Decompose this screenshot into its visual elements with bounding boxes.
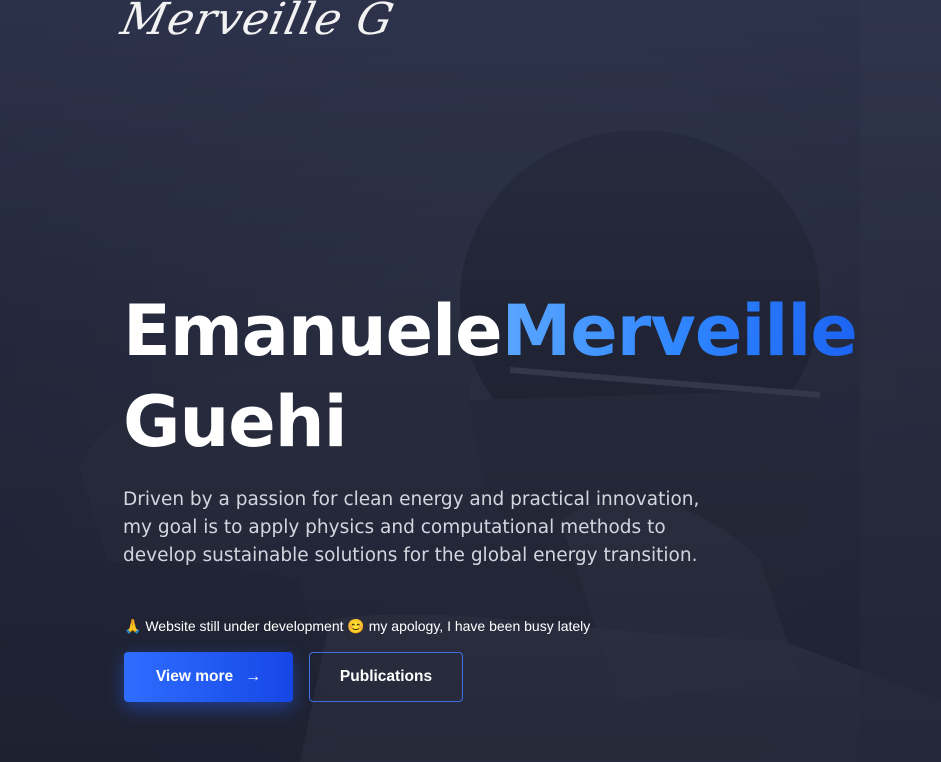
arrow-right-icon: → [245,668,262,685]
hero-title: EmanueleMerveille Guehi [123,286,858,468]
site-logo[interactable]: Merveille G [117,0,399,45]
view-more-button[interactable]: View more → [124,652,293,702]
notice-text-2: my apology, I have been busy lately [368,618,591,634]
pray-emoji-icon: 🙏 [124,618,142,634]
hero-intro: Driven by a passion for clean energy and… [123,489,700,566]
publications-label: Publications [339,668,433,685]
development-notice: 🙏 Website still under development 😊 my a… [124,618,590,635]
hero-first-name: Emanuele [123,290,503,372]
smile-emoji-icon: 😊 [347,618,365,634]
hero-middle-name: Merveille [501,290,858,372]
hero-last-name: Guehi [123,381,348,463]
notice-text-1: Website still under development [145,618,344,634]
view-more-label: View more [155,668,234,685]
publications-button[interactable]: Publications [309,652,463,702]
